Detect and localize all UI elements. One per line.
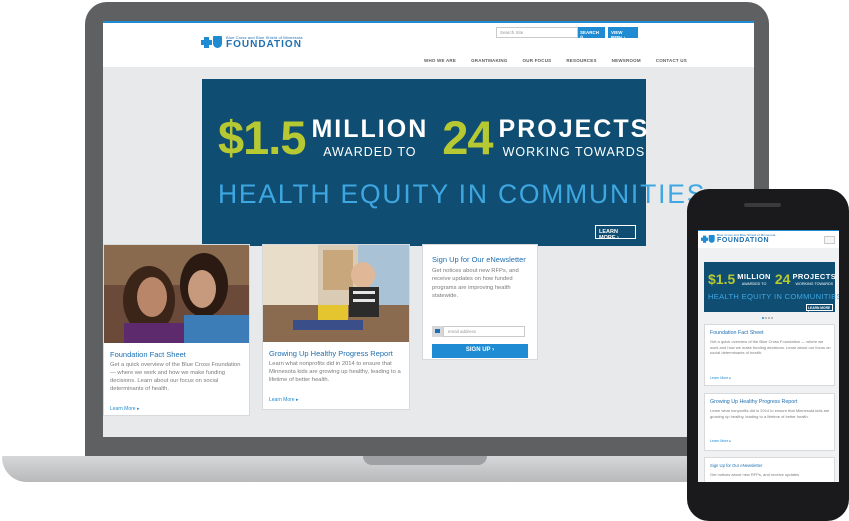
newsletter-card: Sign Up for Our eNewsletter Get notices … <box>422 244 538 360</box>
hero-amount-word: MILLION <box>311 115 429 144</box>
fact-sheet-learn-more[interactable]: Learn More ▸ <box>110 406 139 412</box>
hero-count-word: PROJECTS <box>498 115 650 144</box>
logo-wordmark: FOUNDATION <box>226 39 302 50</box>
mobile-progress-report-learn-more-label: Learn More <box>710 439 729 443</box>
fact-sheet-photo <box>104 245 249 343</box>
mobile-newsletter-card: Sign Up for Our eNewsletter Get notices … <box>704 457 835 482</box>
arrow-right-icon: ▸ <box>295 397 299 403</box>
mobile-progress-report-title[interactable]: Growing Up Healthy Progress Report <box>710 399 797 405</box>
mobile-hero-count: 24 <box>774 271 791 287</box>
chevron-right-icon: › <box>808 310 810 314</box>
mobile-carousel-dots <box>762 317 773 319</box>
carousel-dot[interactable] <box>762 317 764 319</box>
foundation-logo[interactable]: Blue Cross and Blue Shield of Minnesota … <box>201 36 303 50</box>
hero-learn-more-button[interactable]: LEARN MORE › <box>595 225 636 241</box>
laptop-notch <box>363 456 487 465</box>
mobile-foundation-logo[interactable]: Blue Cross and Blue Shield of Minnesota … <box>701 234 775 244</box>
fact-sheet-title[interactable]: Foundation Fact Sheet <box>110 350 186 359</box>
mobile-progress-report-body: Learn what nonprofits did in 2014 to ens… <box>710 408 830 419</box>
nav-item-newsroom[interactable]: NEWSROOM <box>612 58 641 63</box>
email-field[interactable]: email address <box>443 326 525 337</box>
mobile-hero-headline: HEALTH EQUITY IN COMMUNITIES <box>708 292 839 301</box>
nav-item-resources[interactable]: RESOURCES <box>566 58 596 63</box>
fact-sheet-learn-more-label: Learn More <box>110 406 136 412</box>
nav-item-grantmaking[interactable]: GRANTMAKING <box>471 58 507 63</box>
hero-banner[interactable]: $1.5 MILLION AWARDED TO 24 PROJECTS WORK… <box>202 79 704 246</box>
site-header: Blue Cross and Blue Shield of Minnesota … <box>103 21 754 67</box>
envelope-icon <box>432 326 443 337</box>
carousel-dot[interactable] <box>771 317 773 319</box>
main-nav: WHO WE ARE GRANTMAKING OUR FOCUS RESOURC… <box>424 58 702 63</box>
mobile-fact-sheet-card[interactable]: Foundation Fact Sheet Get a quick overvi… <box>704 324 835 386</box>
hero-learn-more-label: LEARN MORE <box>599 229 618 241</box>
mobile-hero-learn-more-button[interactable]: LEARN MORE › <box>806 304 833 314</box>
arrow-right-icon: ▸ <box>136 406 140 412</box>
sign-up-button[interactable]: SIGN UP › <box>432 344 528 358</box>
mobile-hero-count-sub: WORKING TOWARDS <box>795 281 834 286</box>
progress-report-learn-more[interactable]: Learn More ▸ <box>269 397 298 403</box>
hero-count-sub: WORKING TOWARDS <box>502 145 646 160</box>
newsletter-title: Sign Up for Our eNewsletter <box>432 255 526 264</box>
mobile-hero-amount: $1.5 <box>708 271 736 287</box>
arrow-right-icon: ▸ <box>729 439 732 443</box>
chevron-right-icon: › <box>623 35 626 40</box>
fact-sheet-body: Get a quick overview of the Blue Cross F… <box>110 362 241 393</box>
mobile-progress-report-card[interactable]: Growing Up Healthy Progress Report Learn… <box>704 393 835 451</box>
mobile-newsletter-body: Get notices about new RFPs, and receive … <box>710 472 800 477</box>
view-rfps-label: VIEW RFPs <box>611 30 623 40</box>
bluecross-blueshield-icon <box>201 36 223 50</box>
mobile-fact-sheet-learn-more-label: Learn More <box>710 376 729 380</box>
hamburger-menu-icon[interactable] <box>824 236 835 244</box>
hero-headline: HEALTH EQUITY IN COMMUNITIES <box>218 179 707 209</box>
carousel-dot[interactable] <box>768 317 770 319</box>
mobile-hero-count-word: PROJECTS <box>792 272 837 282</box>
nav-item-who-we-are[interactable]: WHO WE ARE <box>424 58 456 63</box>
newsletter-body: Get notices about new RFPs, and receive … <box>432 268 519 300</box>
arrow-right-icon: ▸ <box>729 376 732 380</box>
search-button[interactable]: SEARCH ⚲ <box>578 27 605 40</box>
progress-report-title[interactable]: Growing Up Healthy Progress Report <box>269 349 393 358</box>
mobile-hero-amount-sub: AWARDED TO <box>741 281 767 286</box>
sign-up-label: SIGN UP <box>465 347 491 353</box>
carousel-dot[interactable] <box>765 317 767 319</box>
mobile-hero-learn-more-label: LEARN MORE <box>808 306 831 310</box>
mobile-logo-wordmark: FOUNDATION <box>717 237 770 244</box>
mobile-fact-sheet-title[interactable]: Foundation Fact Sheet <box>710 330 764 336</box>
mobile-hero-banner[interactable]: $1.5 MILLION AWARDED TO 24 PROJECTS WORK… <box>704 262 839 314</box>
mobile-fact-sheet-body: Get a quick overview of the Blue Cross F… <box>710 339 831 356</box>
nav-item-contact-us[interactable]: CONTACT US <box>656 58 687 63</box>
progress-report-card[interactable]: Growing Up Healthy Progress Report Learn… <box>262 244 410 410</box>
search-icon: ⚲ <box>580 35 584 40</box>
mobile-fact-sheet-learn-more[interactable]: Learn More ▸ <box>710 376 731 380</box>
view-rfps-button[interactable]: VIEW RFPs › <box>608 27 638 40</box>
mobile-hero-amount-word: MILLION <box>737 272 771 282</box>
progress-report-learn-more-label: Learn More <box>269 397 295 403</box>
mobile-newsletter-title: Sign Up for Our eNewsletter <box>710 463 763 468</box>
progress-report-photo <box>263 245 409 342</box>
hero-amount: $1.5 <box>218 111 306 164</box>
mobile-site: Blue Cross and Blue Shield of Minnesota … <box>698 230 839 482</box>
search-input[interactable]: Search Site <box>496 27 578 38</box>
bluecross-blueshield-icon <box>701 234 715 243</box>
mobile-progress-report-learn-more[interactable]: Learn More ▸ <box>710 439 731 443</box>
fact-sheet-card[interactable]: Foundation Fact Sheet Get a quick overvi… <box>103 244 250 416</box>
chevron-right-icon: › <box>492 347 495 353</box>
hero-amount-sub: AWARDED TO <box>323 145 417 160</box>
hero-count: 24 <box>442 111 493 164</box>
chevron-right-icon: › <box>617 235 619 241</box>
nav-item-our-focus[interactable]: OUR FOCUS <box>523 58 552 63</box>
progress-report-body: Learn what nonprofits did in 2014 to ens… <box>269 361 401 384</box>
mobile-header: Blue Cross and Blue Shield of Minnesota … <box>698 230 839 248</box>
phone-speaker <box>744 203 781 207</box>
